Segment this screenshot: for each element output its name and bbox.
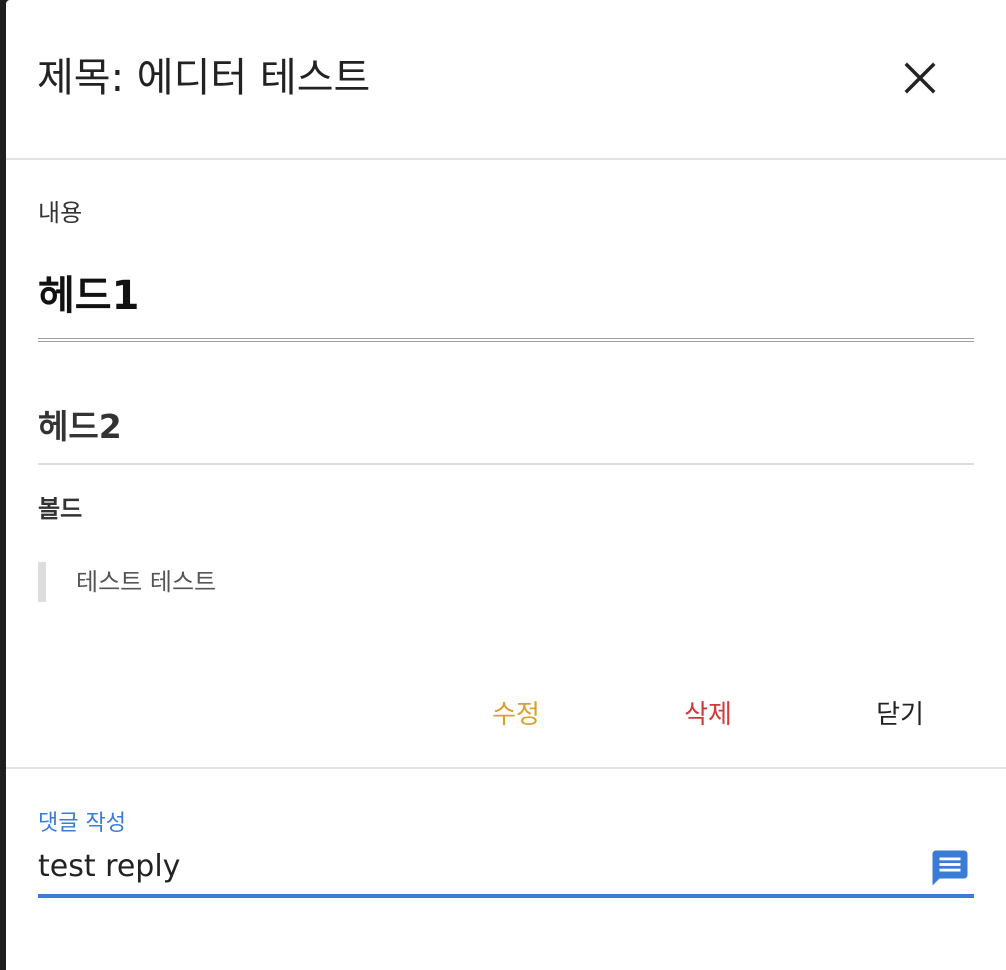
close-text-button[interactable]: 닫기 bbox=[850, 690, 950, 740]
close-button[interactable] bbox=[892, 50, 948, 106]
heading-2-divider bbox=[38, 463, 974, 465]
reply-underline bbox=[38, 894, 974, 898]
close-icon bbox=[904, 62, 936, 94]
heading-1-divider bbox=[38, 338, 974, 342]
footer-divider bbox=[6, 767, 1006, 769]
content-bold-text: 볼드 bbox=[38, 495, 83, 523]
reply-field: 댓글 작성 bbox=[38, 806, 974, 900]
content-label: 내용 bbox=[38, 199, 83, 227]
reply-input[interactable] bbox=[38, 844, 918, 888]
reply-label: 댓글 작성 bbox=[38, 811, 126, 836]
dialog-title: 제목: 에디터 테스트 bbox=[37, 55, 371, 101]
dialog-header: 제목: 에디터 테스트 bbox=[6, 0, 1006, 160]
content-heading-1: 헤드1 bbox=[38, 273, 140, 319]
comment-icon bbox=[932, 850, 968, 886]
content-blockquote: 테스트 테스트 bbox=[38, 562, 216, 602]
edit-button[interactable]: 수정 bbox=[466, 690, 566, 740]
delete-button[interactable]: 삭제 bbox=[658, 690, 758, 740]
content-heading-2: 헤드2 bbox=[38, 407, 122, 446]
post-dialog: 제목: 에디터 테스트 내용 헤드1 헤드2 볼드 테스트 테스트 수정 삭제 … bbox=[6, 0, 1006, 970]
send-reply-button[interactable] bbox=[926, 844, 974, 892]
dialog-actions: 수정 삭제 닫기 bbox=[6, 690, 1006, 740]
